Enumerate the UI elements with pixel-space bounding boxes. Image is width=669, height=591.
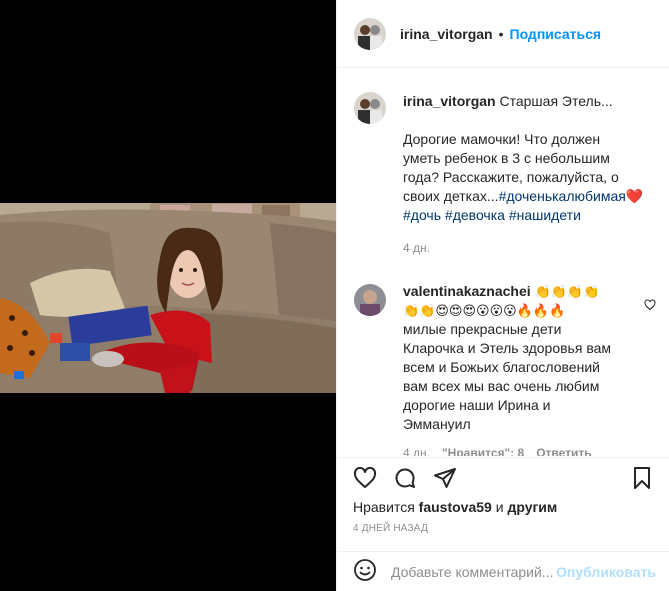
commenter-avatar[interactable] xyxy=(354,284,386,316)
comment-line-1: милые прекрасные дети xyxy=(403,321,562,337)
caption-title: Старшая Этель... xyxy=(499,93,613,109)
emoji-smiley-icon[interactable] xyxy=(353,558,377,585)
hashtag-dochenkalyubimaya[interactable]: #доченькалюбимая xyxy=(499,188,626,204)
actions-section: Нравится faustova59 и другим 4 ДНЕЙ НАЗА… xyxy=(337,457,669,534)
likes-summary: Нравится faustova59 и другим xyxy=(337,499,669,515)
post-photo[interactable] xyxy=(0,203,336,393)
caption-time[interactable]: 4 дн. xyxy=(403,239,654,258)
like-heart-icon[interactable] xyxy=(353,466,377,490)
media-panel xyxy=(0,0,336,591)
comment-likes-count[interactable]: "Нравится": 8 xyxy=(442,444,524,456)
likes-user-link[interactable]: faustova59 xyxy=(419,499,492,515)
comment-time[interactable]: 4 дн. xyxy=(403,444,430,456)
share-plane-icon[interactable] xyxy=(433,466,457,490)
caption-line-2: уметь ребенок в 3 с небольшим xyxy=(403,150,610,166)
comment-heart-icon[interactable] xyxy=(644,298,656,314)
comment-line-3: всем и Божьих благословений xyxy=(403,359,600,375)
comment-item: valentinakaznachei 👏👏👏👏 👏👏😍😍😍😮😮😮🔥🔥🔥 милы… xyxy=(337,258,669,456)
heart-emoji: ❤️ xyxy=(625,188,644,204)
follow-button[interactable]: Подписаться xyxy=(510,26,602,42)
post-comment-button[interactable]: Опубликовать xyxy=(556,564,656,580)
comment-line-2: Кларочка и Этель здоровья вам xyxy=(403,340,612,356)
caption-avatar[interactable] xyxy=(354,92,386,124)
separator-dot: • xyxy=(498,25,504,42)
hashtag-devochka[interactable]: #девочка xyxy=(445,207,505,223)
likes-prefix: Нравится xyxy=(353,499,415,515)
comment-emoji-line-1: 👏👏👏👏 xyxy=(534,284,600,299)
comment-line-5: дорогие наши Ирина и xyxy=(403,397,551,413)
comment-bubble-icon[interactable] xyxy=(393,466,417,490)
caption-username[interactable]: irina_vitorgan xyxy=(403,93,496,109)
caption-line-4: своих детках... xyxy=(403,188,499,204)
hashtag-nashideti[interactable]: #нашидети xyxy=(509,207,581,223)
comment-input[interactable] xyxy=(391,563,556,580)
comment-emoji-line-2: 👏👏😍😍😍😮😮😮🔥🔥🔥 xyxy=(403,303,566,318)
bookmark-icon[interactable] xyxy=(630,466,654,490)
caption-line-3: года? Расскажите, пожалуйста, о xyxy=(403,169,619,185)
side-panel: irina_vitorgan • Подписаться irina_vitor… xyxy=(336,0,669,591)
reply-button[interactable]: Ответить xyxy=(536,444,591,456)
hashtag-doch[interactable]: #дочь xyxy=(403,207,441,223)
author-avatar[interactable] xyxy=(354,17,386,50)
author-username[interactable]: irina_vitorgan xyxy=(400,26,493,42)
add-comment-bar: Опубликовать xyxy=(337,551,669,591)
likes-others-link[interactable]: другим xyxy=(507,499,557,515)
post-date[interactable]: 4 ДНЕЙ НАЗАД xyxy=(337,523,669,534)
commenter-username[interactable]: valentinakaznachei xyxy=(403,283,531,299)
comment-line-6: Эммануил xyxy=(403,416,471,432)
post-dialog: irina_vitorgan • Подписаться irina_vitor… xyxy=(0,0,669,591)
post-caption: irina_vitorgan Старшая Этель... Дорогие … xyxy=(337,69,669,258)
comments-list[interactable]: irina_vitorgan Старшая Этель... Дорогие … xyxy=(337,69,669,456)
caption-line-1: Дорогие мамочки! Что должен xyxy=(403,131,601,147)
likes-and: и xyxy=(495,499,504,515)
post-header: irina_vitorgan • Подписаться xyxy=(337,0,669,68)
comment-line-4: вам всех мы вас очень любим xyxy=(403,378,600,394)
